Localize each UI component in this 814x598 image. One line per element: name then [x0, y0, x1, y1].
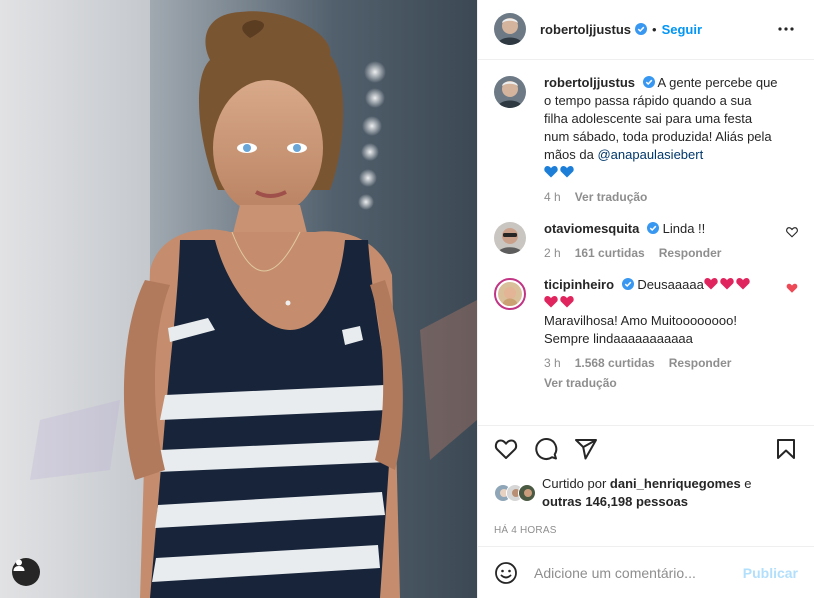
- user-tag-icon: [13, 559, 25, 571]
- comment-time: 2 h: [544, 245, 561, 260]
- avatar-image: [498, 281, 522, 306]
- liked-by-prefix: Curtido por: [542, 475, 610, 491]
- red-heart-emoji-icon: [544, 295, 558, 307]
- caption-meta: 4 h Ver tradução: [544, 190, 778, 204]
- more-options-icon: [778, 27, 794, 31]
- caption-text: robertoljjustus A gente percebe que o te…: [544, 74, 778, 182]
- comment-reply-link[interactable]: Responder: [669, 356, 732, 370]
- comment-username[interactable]: otaviomesquita: [544, 221, 639, 236]
- blue-heart-emoji-icon: [544, 165, 558, 177]
- comment-like-heart-icon[interactable]: [786, 226, 798, 238]
- liked-by-mid: e: [740, 475, 752, 491]
- avatar-image: [494, 13, 526, 46]
- post-modal: robertoljjustus • Seguir robertoljjustus…: [0, 0, 814, 598]
- liker-avatar: [518, 483, 536, 502]
- caption: robertoljjustus A gente percebe que o te…: [494, 74, 798, 204]
- comment-body-text: Deusaaaaa: [637, 276, 704, 292]
- caption-time: 4 h: [544, 189, 561, 204]
- comment-body-text-continued: Maravilhosa! Amo Muitoooooooo! Sempre li…: [544, 312, 737, 346]
- follow-button[interactable]: Seguir: [662, 22, 702, 37]
- post-side-panel: robertoljjustus • Seguir robertoljjustus…: [477, 0, 814, 598]
- share-icon[interactable]: [574, 437, 598, 461]
- comment-liked-heart-icon[interactable]: [786, 282, 798, 294]
- comment-username[interactable]: ticipinheiro: [544, 277, 614, 292]
- verified-badge-icon: [635, 23, 648, 36]
- likes-summary: Curtido por dani_henriquegomes e outras …: [478, 471, 814, 515]
- verified-badge-icon: [621, 277, 634, 290]
- heart-icon[interactable]: [494, 437, 518, 461]
- author-avatar[interactable]: [494, 13, 526, 46]
- caption-body: robertoljjustus A gente percebe que o te…: [544, 74, 798, 204]
- caption-mention-link[interactable]: @anapaulasiebert: [597, 147, 703, 162]
- publish-button[interactable]: Publicar: [743, 565, 798, 581]
- comment-time: 3 h: [544, 355, 561, 370]
- comment-text: ticipinheiro Deusaaaaa Maravilhosa! Amo …: [544, 276, 778, 348]
- avatar-image: [494, 75, 526, 108]
- comment-meta: 2 h 161 curtidas Responder: [544, 246, 778, 260]
- red-heart-emoji-icon: [720, 277, 734, 289]
- comment-body: otaviomesquita Linda !! 2 h 161 curtidas…: [544, 220, 798, 260]
- comment-translate-link[interactable]: Ver tradução: [544, 376, 778, 390]
- comment-meta: 3 h 1.568 curtidas Responder: [544, 356, 778, 370]
- caption-username[interactable]: robertoljjustus: [544, 75, 635, 90]
- liker-avatars[interactable]: [494, 483, 536, 502]
- emoji-icon[interactable]: [494, 561, 518, 585]
- red-heart-emoji-icon: [560, 295, 574, 307]
- comment-body-text: Linda !!: [662, 220, 706, 236]
- caption-avatar[interactable]: [494, 75, 526, 108]
- post-actions-bar: [478, 425, 814, 471]
- post-photo[interactable]: [0, 0, 477, 598]
- user-tag-button[interactable]: [12, 558, 40, 586]
- comment-reply-link[interactable]: Responder: [659, 246, 722, 260]
- separator-dot: •: [652, 21, 657, 37]
- comment-item: otaviomesquita Linda !! 2 h 161 curtidas…: [494, 220, 798, 260]
- likes-text: Curtido por dani_henriquegomes e outras …: [542, 475, 752, 511]
- avatar-image: [494, 221, 526, 254]
- post-header: robertoljjustus • Seguir: [478, 0, 814, 60]
- comment-icon[interactable]: [534, 437, 558, 461]
- liked-by-others-link[interactable]: outras 146,198 pessoas: [542, 494, 688, 509]
- add-comment-bar: Publicar: [478, 546, 814, 598]
- comment-avatar[interactable]: [494, 277, 526, 310]
- caption-translate-link[interactable]: Ver tradução: [575, 190, 648, 204]
- author-username[interactable]: robertoljjustus: [540, 22, 631, 37]
- comment-text: otaviomesquita Linda !!: [544, 220, 778, 238]
- comment-item: ticipinheiro Deusaaaaa Maravilhosa! Amo …: [494, 276, 798, 390]
- comments-list[interactable]: robertoljjustus A gente percebe que o te…: [478, 60, 814, 426]
- red-heart-emoji-icon: [736, 277, 750, 289]
- comment-input[interactable]: [534, 564, 743, 581]
- comment-body: ticipinheiro Deusaaaaa Maravilhosa! Amo …: [544, 276, 798, 390]
- avatar-image: [519, 484, 535, 501]
- post-photo-image: [0, 0, 477, 598]
- comment-likes[interactable]: 1.568 curtidas: [575, 356, 655, 370]
- comment-avatar[interactable]: [494, 221, 526, 254]
- blue-heart-emoji-icon: [560, 165, 574, 177]
- verified-badge-icon: [642, 75, 655, 88]
- red-heart-emoji-icon: [704, 277, 718, 289]
- verified-badge-icon: [646, 221, 659, 234]
- liked-by-user-link[interactable]: dani_henriquegomes: [610, 476, 741, 491]
- bookmark-icon[interactable]: [774, 437, 798, 461]
- post-timestamp[interactable]: HÁ 4 HORAS: [478, 515, 814, 547]
- comment-likes[interactable]: 161 curtidas: [575, 246, 645, 260]
- more-options-button[interactable]: [774, 17, 798, 41]
